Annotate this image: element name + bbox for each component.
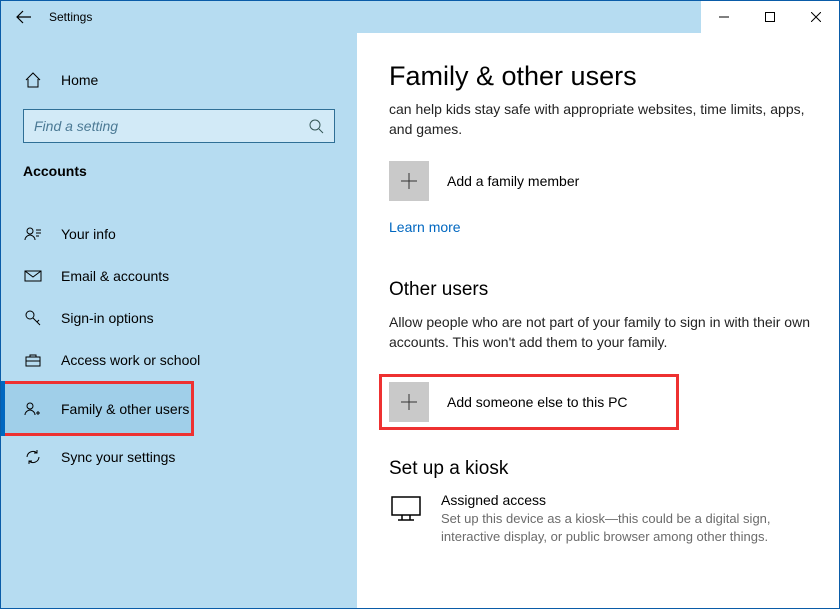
other-users-desc: Allow people who are not part of your fa… <box>389 313 815 352</box>
minimize-icon <box>719 12 729 22</box>
sync-icon <box>23 448 43 466</box>
category-heading: Accounts <box>1 161 357 189</box>
assigned-access-item[interactable]: Assigned access Set up this device as a … <box>389 492 815 545</box>
assigned-access-subtitle: Set up this device as a kiosk—this could… <box>441 510 815 545</box>
plus-icon <box>399 392 419 412</box>
sidebar-item-access-work-school[interactable]: Access work or school <box>1 339 357 381</box>
sidebar-item-family-other-users[interactable]: Family & other users <box>1 381 194 436</box>
people-icon <box>23 400 43 418</box>
search-box[interactable] <box>23 109 335 143</box>
key-icon <box>23 309 43 327</box>
plus-tile <box>389 161 429 201</box>
sidebar-item-label: Access work or school <box>61 352 200 368</box>
window-title: Settings <box>47 10 92 24</box>
plus-tile <box>389 382 429 422</box>
sidebar: Home Accounts Your info Email & accounts… <box>1 33 357 608</box>
sidebar-item-label: Family & other users <box>61 401 189 417</box>
back-button[interactable] <box>1 1 47 33</box>
search-input[interactable] <box>34 118 308 134</box>
add-family-member-button[interactable]: Add a family member <box>389 161 815 201</box>
monitor-icon <box>389 492 423 526</box>
close-button[interactable] <box>793 1 839 33</box>
minimize-button[interactable] <box>701 1 747 33</box>
arrow-left-icon <box>16 9 32 25</box>
content-pane: Family & other users can help kids stay … <box>357 33 839 608</box>
add-other-label: Add someone else to this PC <box>447 394 628 410</box>
page-title: Family & other users <box>389 61 815 92</box>
titlebar: Settings <box>1 1 839 33</box>
intro-text: can help kids stay safe with appropriate… <box>389 100 815 139</box>
learn-more-link[interactable]: Learn more <box>389 219 461 235</box>
person-card-icon <box>23 225 43 243</box>
search-icon <box>308 118 324 134</box>
sidebar-item-sync-settings[interactable]: Sync your settings <box>1 436 357 478</box>
maximize-button[interactable] <box>747 1 793 33</box>
home-nav[interactable]: Home <box>1 59 357 101</box>
sidebar-item-label: Sign-in options <box>61 310 154 326</box>
assigned-access-title: Assigned access <box>441 492 815 508</box>
sidebar-item-label: Your info <box>61 226 116 242</box>
sidebar-item-your-info[interactable]: Your info <box>1 213 357 255</box>
add-family-label: Add a family member <box>447 173 579 189</box>
window-controls <box>701 1 839 33</box>
home-label: Home <box>61 72 98 88</box>
sidebar-item-sign-in-options[interactable]: Sign-in options <box>1 297 357 339</box>
briefcase-icon <box>23 351 43 369</box>
home-icon <box>23 71 43 89</box>
close-icon <box>811 12 821 22</box>
other-users-heading: Other users <box>389 279 815 301</box>
sidebar-item-email-accounts[interactable]: Email & accounts <box>1 255 357 297</box>
sidebar-item-label: Email & accounts <box>61 268 169 284</box>
add-someone-else-button[interactable]: Add someone else to this PC <box>379 374 679 430</box>
kiosk-heading: Set up a kiosk <box>389 458 815 480</box>
plus-icon <box>399 171 419 191</box>
mail-icon <box>23 267 43 285</box>
maximize-icon <box>765 12 775 22</box>
sidebar-item-label: Sync your settings <box>61 449 175 465</box>
